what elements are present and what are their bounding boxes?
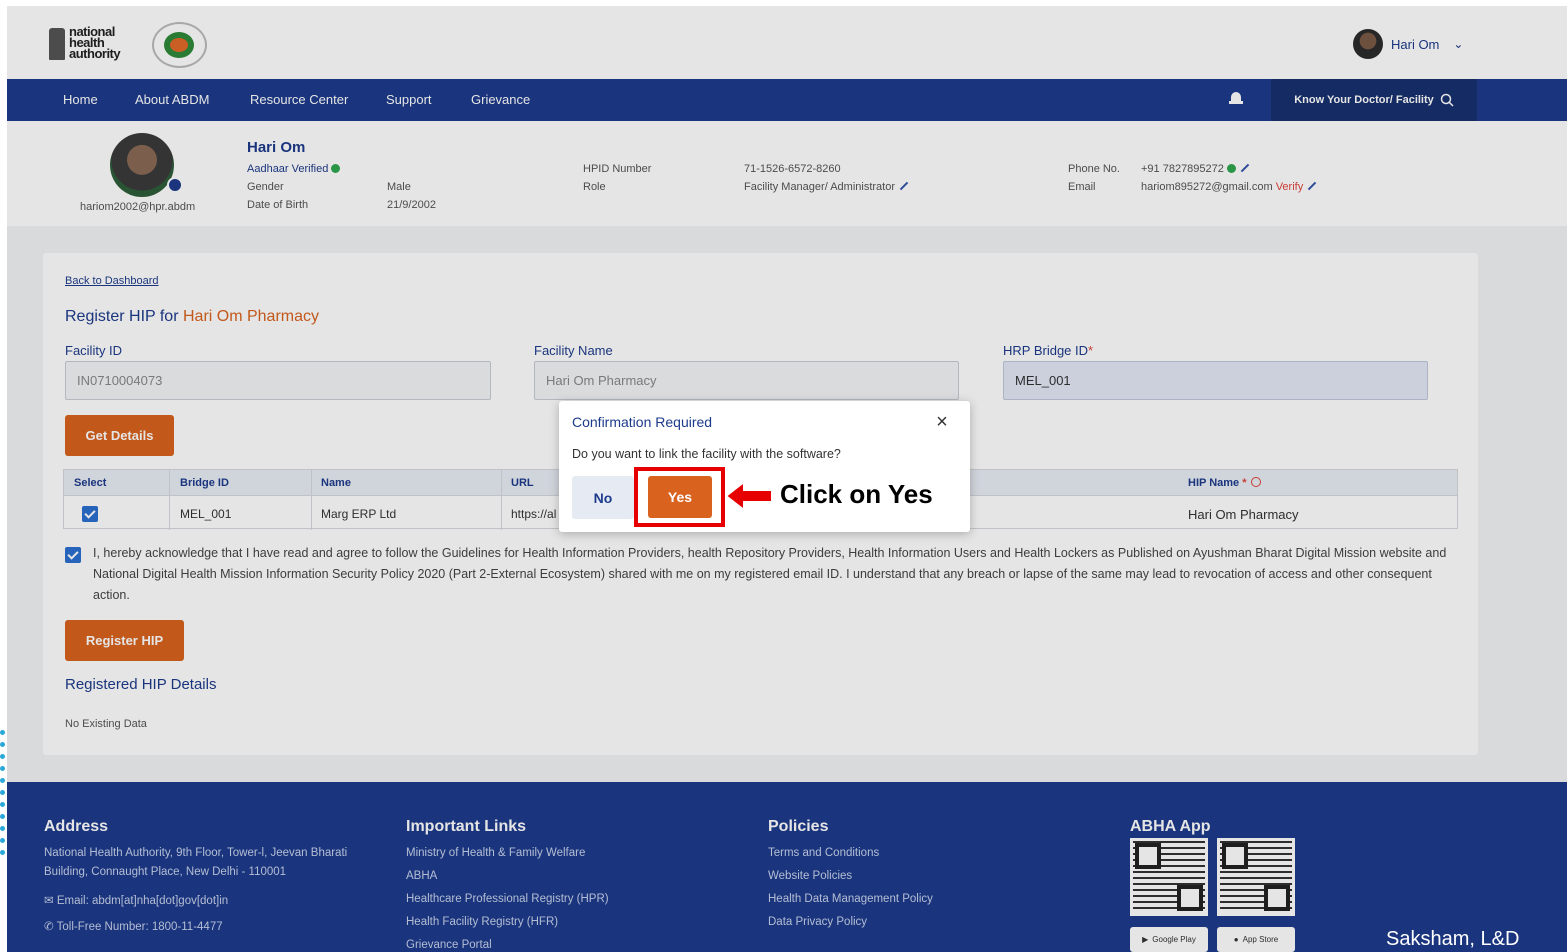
close-icon[interactable]: × [931,412,953,434]
confirmation-dialog: Confirmation Required × Do you want to l… [559,401,970,532]
no-button[interactable]: No [572,476,634,519]
dialog-title: Confirmation Required [572,414,713,430]
instruction-callout: Click on Yes [780,479,933,509]
decorative-dots [0,730,10,860]
yes-button[interactable]: Yes [648,476,712,518]
watermark: Saksham, L&D [1386,928,1520,950]
dialog-question: Do you want to link the facility with th… [572,447,841,461]
arrow-left-icon [726,480,773,512]
